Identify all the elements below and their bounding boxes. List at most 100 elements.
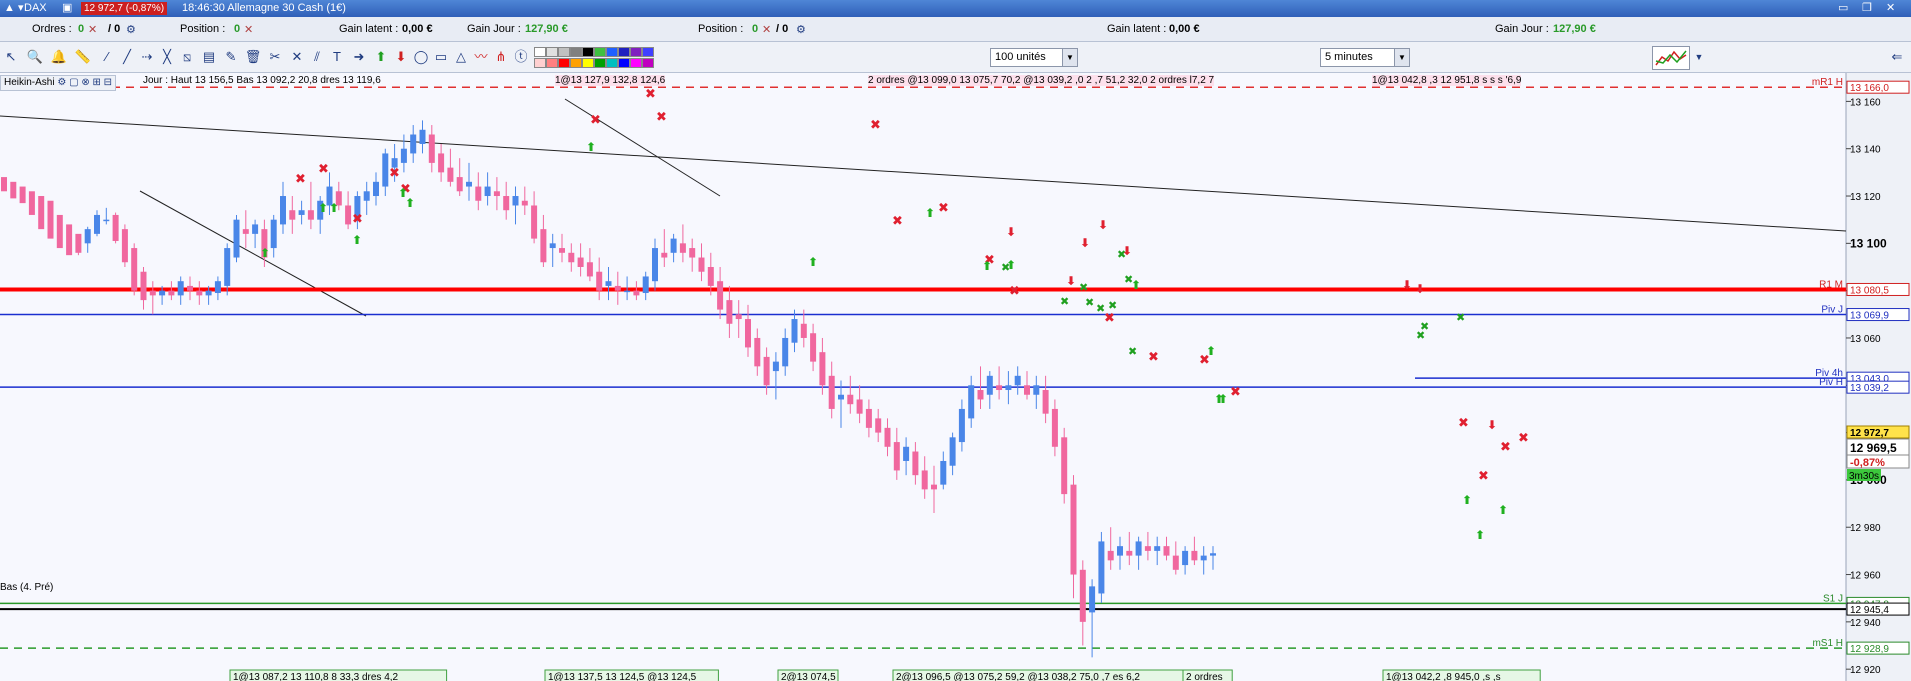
price-level-label: Piv J: [1821, 305, 1843, 316]
close-position-icon[interactable]: ✕: [244, 23, 253, 36]
candle-body: [214, 281, 221, 294]
parallel-icon[interactable]: ⫽: [308, 48, 326, 66]
color-swatch[interactable]: [558, 47, 570, 57]
candle-body: [689, 248, 696, 258]
chart-style-label[interactable]: Heikin-Ashi ⚙ ▢ ⊗ ⊞ ⊟: [0, 75, 117, 91]
price-level-value: 13 080,5: [1850, 285, 1889, 296]
candle-body: [196, 290, 203, 296]
sell-arrow-icon: ⬇: [1066, 274, 1076, 288]
chevron-down-icon[interactable]: ▼: [1394, 49, 1409, 66]
price-chart[interactable]: 13 16013 14013 12013 10013 08013 06013 0…: [0, 73, 1911, 681]
color-swatch[interactable]: [594, 58, 606, 68]
color-swatch[interactable]: [618, 58, 630, 68]
close-icon[interactable]: ✕: [1886, 0, 1895, 17]
buy-arrow-icon: ⬆: [1498, 503, 1508, 517]
candle-body: [438, 153, 445, 173]
color-swatch[interactable]: [582, 58, 594, 68]
line-icon[interactable]: ╱: [118, 48, 136, 66]
cancel-orders-icon[interactable]: ✕: [88, 23, 97, 36]
position2-settings-icon[interactable]: ⚙: [796, 23, 806, 36]
ruler-icon[interactable]: 📏: [74, 48, 92, 66]
sell-marker-icon: ✖: [1478, 469, 1489, 484]
arrow-right-icon[interactable]: ➜: [350, 48, 368, 66]
gain-jour-label: Gain Jour :: [467, 23, 521, 35]
candle-body: [921, 470, 928, 490]
alert-bell-icon[interactable]: 🔔: [50, 48, 68, 66]
minimize-icon[interactable]: ▭: [1838, 0, 1848, 17]
pointer-icon[interactable]: ↖: [2, 48, 20, 66]
segment-icon[interactable]: ⁄: [98, 48, 116, 66]
color-swatch[interactable]: [570, 47, 582, 57]
pitchfork-icon[interactable]: ⋔: [492, 48, 510, 66]
close-marker-icon: ✖: [1085, 296, 1094, 309]
wave-icon[interactable]: 〰: [472, 48, 490, 66]
low-level-label: Bas (4. Pré): [0, 582, 54, 593]
hline-icon[interactable]: ╳: [158, 48, 176, 66]
color-swatch[interactable]: [582, 47, 594, 57]
color-swatch[interactable]: [534, 47, 546, 57]
color-swatch[interactable]: [546, 47, 558, 57]
chart-options-icon[interactable]: ⇐: [1888, 48, 1906, 66]
candle-body: [428, 134, 435, 163]
erase-icon[interactable]: 🗑: [244, 48, 262, 66]
color-swatch[interactable]: [534, 58, 546, 68]
chevron-down-icon[interactable]: ▼: [1062, 49, 1077, 66]
color-swatch[interactable]: [594, 47, 606, 57]
position-value: 0: [234, 23, 241, 35]
price-tick-label: 13 060: [1850, 334, 1881, 345]
restore-icon[interactable]: ❐: [1862, 0, 1872, 17]
price-tick-label: 12 940: [1850, 618, 1881, 629]
orders-settings-icon[interactable]: ⚙: [126, 23, 136, 36]
candle-body: [66, 224, 73, 256]
tools-icon[interactable]: ✂: [266, 48, 284, 66]
color-swatch[interactable]: [606, 47, 618, 57]
sell-marker-icon: ✖: [656, 110, 667, 125]
units-select[interactable]: 100 unités ▼: [990, 48, 1078, 67]
color-swatch[interactable]: [642, 47, 654, 57]
close-marker-icon: ✖: [1124, 273, 1133, 286]
ray-icon[interactable]: ⇢: [138, 48, 156, 66]
price-tick-label: 12 960: [1850, 571, 1881, 582]
fibo-icon[interactable]: ▤: [200, 48, 218, 66]
orders-label: Ordres :: [32, 23, 72, 35]
sell-arrow-icon: ⬇: [1006, 225, 1016, 239]
color-swatch[interactable]: [570, 58, 582, 68]
price-level-value: 12 945,4: [1850, 605, 1889, 616]
indicator-menu-chevron-icon[interactable]: ▼: [1690, 48, 1708, 66]
instrument-label[interactable]: DAX: [24, 0, 47, 17]
clock-tool-icon[interactable]: ⓣ: [512, 48, 530, 66]
ellipse-icon[interactable]: ◯: [412, 48, 430, 66]
indicator-button[interactable]: [1652, 46, 1690, 70]
cross-icon[interactable]: ✕: [288, 48, 306, 66]
arrow-up-icon[interactable]: ⬆: [372, 48, 390, 66]
buy-arrow-icon: ⬆: [982, 259, 992, 273]
candle-body: [782, 337, 789, 367]
chart-settings-icon[interactable]: ⚙ ▢ ⊗ ⊞ ⊟: [57, 77, 112, 88]
current-price-value: 12 969,5: [1850, 441, 1897, 455]
timeframe-select[interactable]: 5 minutes ▼: [1320, 48, 1410, 67]
rectangle-icon[interactable]: ▭: [432, 48, 450, 66]
color-swatch[interactable]: [558, 58, 570, 68]
zoom-icon[interactable]: 🔍: [26, 48, 44, 66]
color-swatch[interactable]: [618, 47, 630, 57]
color-swatch[interactable]: [630, 58, 642, 68]
channel-icon[interactable]: ⧅: [178, 48, 196, 66]
candle-body: [577, 257, 584, 267]
countdown-value: 3m30s: [1849, 471, 1879, 482]
app-menu-icon[interactable]: ▲ ▾: [4, 0, 23, 17]
candle-body: [419, 129, 426, 144]
color-swatch[interactable]: [630, 47, 642, 57]
info-icon[interactable]: ▣: [62, 0, 72, 17]
candle-body: [1005, 385, 1012, 391]
pencil-icon[interactable]: ✎: [222, 48, 240, 66]
text-tool-icon[interactable]: T: [328, 48, 346, 66]
candle-body: [652, 248, 658, 282]
triangle-icon[interactable]: △: [452, 48, 470, 66]
color-swatch[interactable]: [642, 58, 654, 68]
color-swatch[interactable]: [606, 58, 618, 68]
close-position2-icon[interactable]: ✕: [762, 23, 771, 36]
candle-body: [614, 285, 621, 291]
color-swatch[interactable]: [546, 58, 558, 68]
chart-canvas[interactable]: 13 16013 14013 12013 10013 08013 06013 0…: [0, 73, 1911, 681]
arrow-down-icon[interactable]: ⬇: [392, 48, 410, 66]
